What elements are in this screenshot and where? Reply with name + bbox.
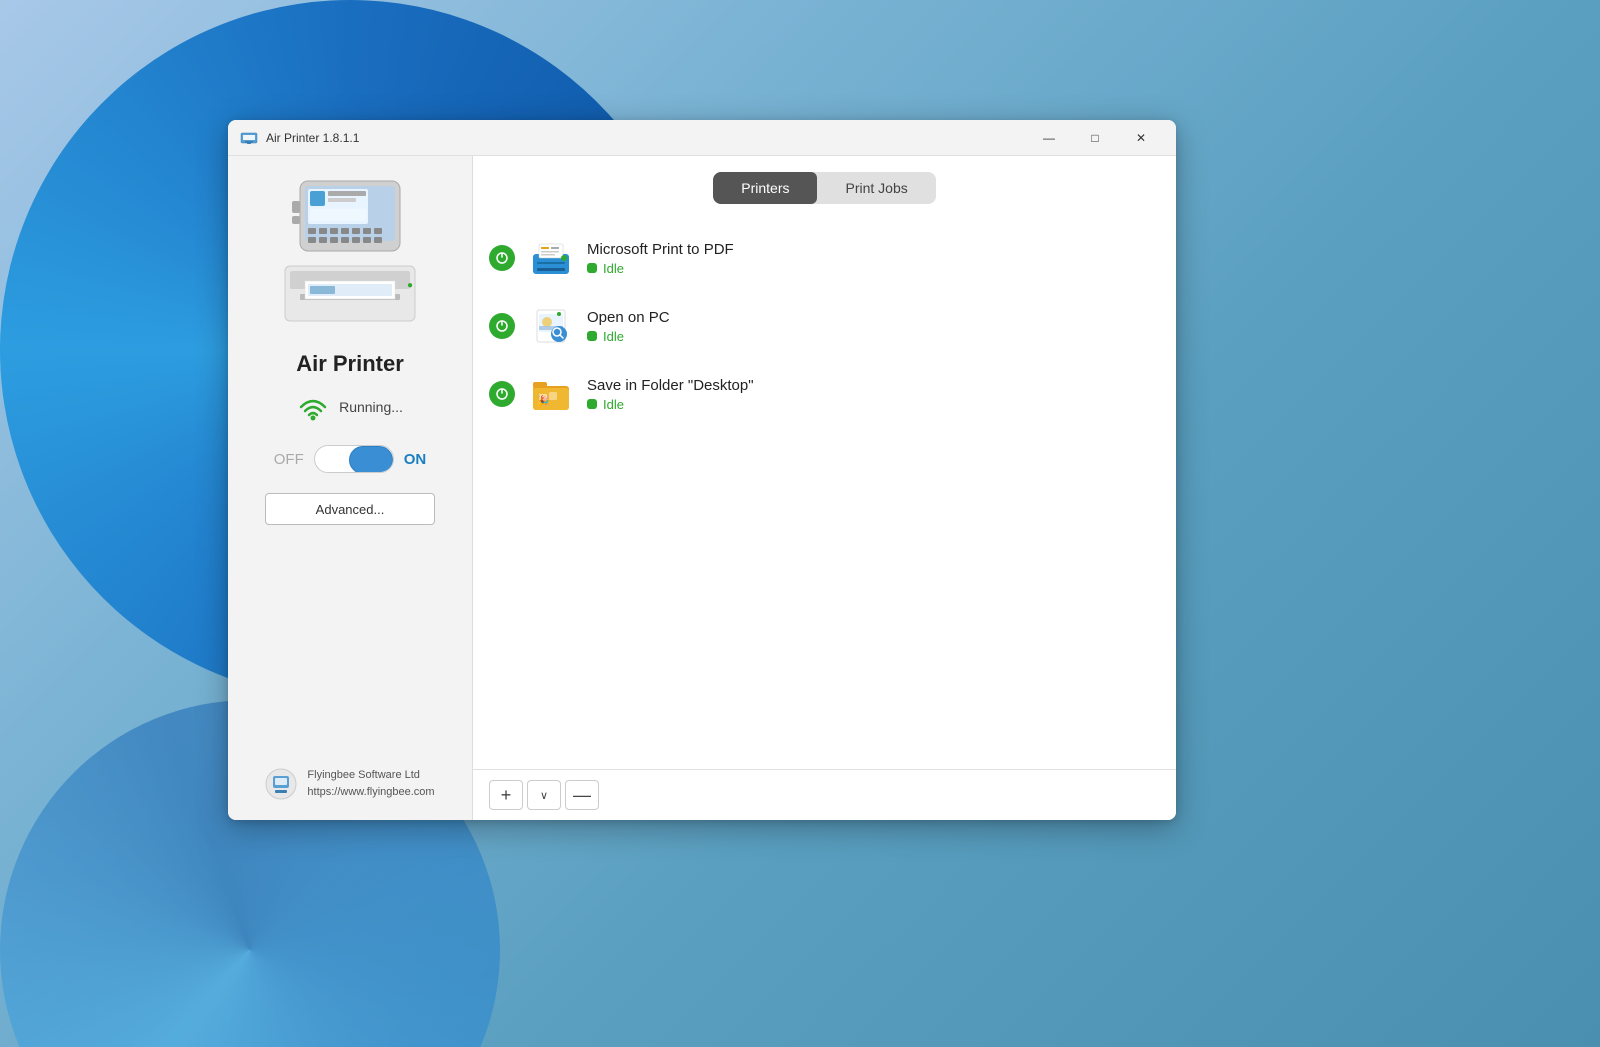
minimize-button[interactable]: — xyxy=(1026,120,1072,156)
svg-text:🎉: 🎉 xyxy=(537,394,549,407)
toggle-thumb xyxy=(349,446,393,473)
tab-printers[interactable]: Printers xyxy=(713,172,817,204)
printer-3-info: Save in Folder "Desktop" Idle xyxy=(587,377,1160,412)
window-body: ● Air Printer Running... OFF xyxy=(228,156,1176,820)
right-panel: Printers Print Jobs xyxy=(473,156,1176,820)
power-on-icon xyxy=(489,245,515,271)
printer-2-name: Open on PC xyxy=(587,309,1160,326)
toggle-container: OFF ON xyxy=(274,445,427,473)
printer-item[interactable]: 🎉 Save in Folder "Desktop" Idle xyxy=(473,360,1176,428)
printer-1-name: Microsoft Print to PDF xyxy=(587,241,1160,258)
printer-2-info: Open on PC Idle xyxy=(587,309,1160,344)
advanced-button[interactable]: Advanced... xyxy=(265,493,435,525)
remove-printer-button[interactable]: — xyxy=(565,780,599,810)
tab-group: Printers Print Jobs xyxy=(713,172,935,204)
openpc-icon-container xyxy=(529,304,573,348)
app-title: Air Printer xyxy=(296,351,404,377)
pdf-printer-icon xyxy=(529,236,573,280)
printer-svg: ● xyxy=(270,176,430,341)
footer-url: https://www.flyingbee.com xyxy=(307,784,434,801)
printer-1-status: Idle xyxy=(587,261,1160,276)
folder-icon-container: 🎉 xyxy=(529,372,573,416)
bottom-toolbar: + ∨ — xyxy=(473,769,1176,820)
toggle-on-label: ON xyxy=(404,451,427,468)
status-dot-3 xyxy=(587,399,597,409)
printer-2-status: Idle xyxy=(587,329,1160,344)
status-dot-2 xyxy=(587,331,597,341)
power-on-icon-3 xyxy=(489,381,515,407)
footer-info: Flyingbee Software Ltd https://www.flyin… xyxy=(307,767,434,800)
window-title: Air Printer 1.8.1.1 xyxy=(266,131,1026,145)
printer-item[interactable]: Open on PC Idle xyxy=(473,292,1176,360)
printer-1-info: Microsoft Print to PDF Idle xyxy=(587,241,1160,276)
running-status: Running... xyxy=(339,399,403,415)
power-toggle[interactable] xyxy=(314,445,394,473)
footer-company: Flyingbee Software Ltd xyxy=(307,767,434,784)
maximize-button[interactable]: □ xyxy=(1072,120,1118,156)
add-printer-button[interactable]: + xyxy=(489,780,523,810)
left-footer: Flyingbee Software Ltd https://www.flyin… xyxy=(265,767,434,800)
wifi-status: Running... xyxy=(297,393,403,421)
printer-1-status-text: Idle xyxy=(603,261,624,276)
printer-3-name: Save in Folder "Desktop" xyxy=(587,377,1160,394)
title-bar: Air Printer 1.8.1.1 — □ ✕ xyxy=(228,120,1176,156)
expand-button[interactable]: ∨ xyxy=(527,780,561,810)
main-window: Air Printer 1.8.1.1 — □ ✕ xyxy=(228,120,1176,820)
tab-print-jobs[interactable]: Print Jobs xyxy=(817,172,935,204)
printer-illustration: ● xyxy=(270,176,430,341)
svg-text:●: ● xyxy=(407,280,413,291)
printers-list: Microsoft Print to PDF Idle xyxy=(473,216,1176,769)
printer-3-status-text: Idle xyxy=(603,397,624,412)
window-controls: — □ ✕ xyxy=(1026,120,1164,156)
tabs-bar: Printers Print Jobs xyxy=(473,156,1176,216)
printer-item[interactable]: Microsoft Print to PDF Idle xyxy=(473,224,1176,292)
close-button[interactable]: ✕ xyxy=(1118,120,1164,156)
power-on-icon-2 xyxy=(489,313,515,339)
status-dot-1 xyxy=(587,263,597,273)
title-bar-icon xyxy=(240,129,258,147)
printer-2-status-text: Idle xyxy=(603,329,624,344)
printer-3-status: Idle xyxy=(587,397,1160,412)
toggle-off-label: OFF xyxy=(274,451,304,468)
wifi-icon xyxy=(297,393,329,421)
left-panel: ● Air Printer Running... OFF xyxy=(228,156,473,820)
pdf-printer-icon-container xyxy=(529,236,573,280)
folder-icon: 🎉 xyxy=(529,372,573,416)
openpc-icon xyxy=(529,304,573,348)
footer-logo xyxy=(265,768,297,800)
